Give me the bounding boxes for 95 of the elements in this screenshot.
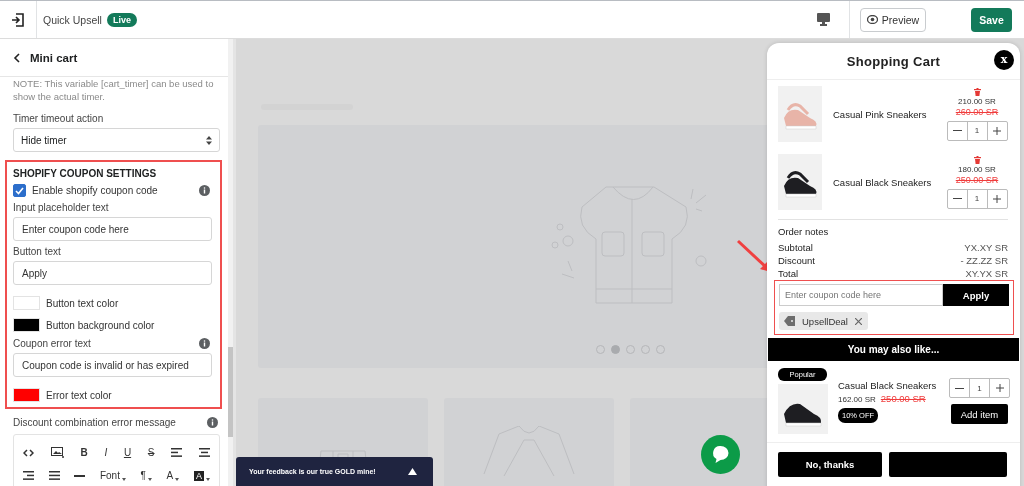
field-label: Input placeholder text — [13, 202, 110, 213]
carousel-dot[interactable] — [611, 345, 620, 354]
caret-icon — [205, 477, 210, 481]
input-field[interactable]: Apply — [13, 261, 212, 285]
product-price: 162.00 SR — [838, 395, 876, 404]
input-field[interactable]: Coupon code is invalid or has expired — [13, 353, 212, 377]
original-price: 260.00 SR — [955, 106, 999, 117]
color-label: Button background color — [46, 319, 155, 331]
rich-text-editor[interactable]: B I U S Font ¶ A A — [13, 434, 220, 486]
product-price: 180.00 SR — [958, 164, 996, 174]
quantity-value: 1 — [966, 121, 988, 140]
quantity-stepper[interactable]: 1 — [946, 188, 1008, 209]
color-swatch[interactable] — [13, 318, 40, 332]
input-field[interactable]: Enter coupon code here — [13, 217, 212, 241]
toolbar-dropdown[interactable]: A — [166, 470, 180, 481]
total-label: Discount — [778, 254, 815, 267]
strikethrough-button[interactable]: S — [147, 447, 155, 458]
status-badge: Live — [106, 12, 137, 27]
field-label: Button text — [13, 246, 62, 257]
color-swatch[interactable] — [13, 296, 40, 310]
product-price: 210.00 SR — [958, 96, 996, 106]
no-thanks-button[interactable]: No, thanks — [778, 452, 882, 477]
plus-icon[interactable] — [995, 384, 1004, 392]
plus-icon[interactable] — [993, 126, 1001, 135]
add-item-button[interactable]: Add item — [951, 404, 1008, 424]
total-label: Total — [778, 267, 799, 280]
total-value: - ZZ.ZZ SR — [960, 254, 1008, 267]
justify-icon[interactable] — [48, 471, 60, 480]
field-label: Timer timeout action — [13, 113, 105, 124]
remove-icon[interactable] — [854, 317, 862, 325]
trash-icon[interactable] — [973, 87, 981, 96]
select-caret-icon — [206, 135, 212, 145]
checkbox-label: Enable shopify coupon code — [32, 185, 158, 196]
panel-title: Mini cart — [30, 51, 78, 64]
color-label: Button text color — [46, 297, 119, 309]
caret-icon — [147, 478, 152, 481]
bold-button[interactable]: B — [80, 447, 88, 458]
apply-button[interactable]: Apply — [943, 284, 1009, 306]
eye-icon — [866, 15, 878, 24]
underline-button[interactable]: U — [123, 447, 132, 458]
product-name: Casual Pink Sneakers — [833, 108, 928, 120]
chat-icon[interactable] — [701, 435, 740, 474]
close-button[interactable]: x — [994, 50, 1014, 70]
total-value: XY.YX SR — [965, 267, 1008, 280]
total-value: YX.XY SR — [964, 241, 1008, 254]
quantity-stepper[interactable]: 1 — [949, 378, 1010, 398]
minus-icon[interactable] — [952, 198, 962, 199]
align-right-icon[interactable] — [23, 471, 34, 480]
code-icon[interactable] — [23, 448, 34, 457]
app-name: Quick Upsell — [43, 13, 102, 26]
expand-icon[interactable] — [408, 468, 417, 475]
note-text: NOTE: This variable [cart_timer] can be used to show the actual timer. — [13, 77, 215, 103]
desktop-icon[interactable] — [817, 13, 830, 26]
cart-title: Shopping Cart — [846, 53, 941, 69]
trash-icon[interactable] — [973, 155, 981, 164]
quantity-stepper[interactable]: 1 — [946, 120, 1008, 141]
caret-icon — [175, 478, 180, 481]
align-left-icon[interactable] — [171, 448, 183, 457]
coupon-field[interactable]: Enter coupon code here — [779, 284, 943, 306]
minus-icon[interactable] — [952, 130, 962, 131]
original-price: 250.00 SR — [880, 393, 926, 404]
quantity-value: 1 — [966, 189, 988, 208]
align-center-icon[interactable] — [198, 448, 210, 457]
total-label: Subtotal — [778, 241, 813, 254]
scrollbar[interactable] — [228, 39, 233, 486]
italic-button[interactable]: I — [104, 447, 108, 458]
back-icon[interactable] — [13, 52, 20, 63]
order-notes[interactable]: Order notes — [778, 226, 1008, 237]
plus-icon[interactable] — [993, 194, 1001, 203]
caret-icon — [121, 478, 126, 481]
product-name: Casual Black Sneakers — [838, 380, 937, 391]
color-label: Error text color — [46, 389, 112, 401]
info-icon[interactable] — [207, 416, 218, 428]
minus-icon[interactable] — [955, 387, 964, 389]
original-price: 250.00 SR — [955, 174, 999, 185]
image-icon[interactable] — [50, 447, 64, 458]
timer-action-select[interactable]: Hide timer — [13, 128, 220, 152]
save-button[interactable]: Save — [971, 7, 1012, 32]
info-icon[interactable] — [199, 185, 210, 196]
color-swatch[interactable] — [13, 388, 40, 402]
toolbar-dropdown[interactable]: Font — [99, 470, 126, 481]
exit-icon[interactable] — [11, 12, 25, 27]
toolbar-dropdown[interactable]: ¶ — [140, 470, 152, 481]
info-icon[interactable] — [199, 337, 210, 349]
horizontal-rule-icon[interactable] — [74, 474, 86, 477]
checkbox[interactable] — [13, 184, 26, 197]
recommendations-banner: You may also like... — [768, 338, 1019, 361]
field-label: Discount combination error message — [13, 417, 176, 428]
preview-button[interactable]: Preview — [860, 7, 926, 32]
coupon-tag: UpsellDeal — [779, 312, 868, 330]
field-label: Coupon error text — [13, 338, 91, 349]
quantity-value: 1 — [969, 379, 990, 397]
section-heading: SHOPIFY COUPON SETTINGS — [13, 168, 158, 179]
product-name: Casual Black Sneakers — [833, 176, 933, 188]
tag-icon — [784, 316, 795, 326]
